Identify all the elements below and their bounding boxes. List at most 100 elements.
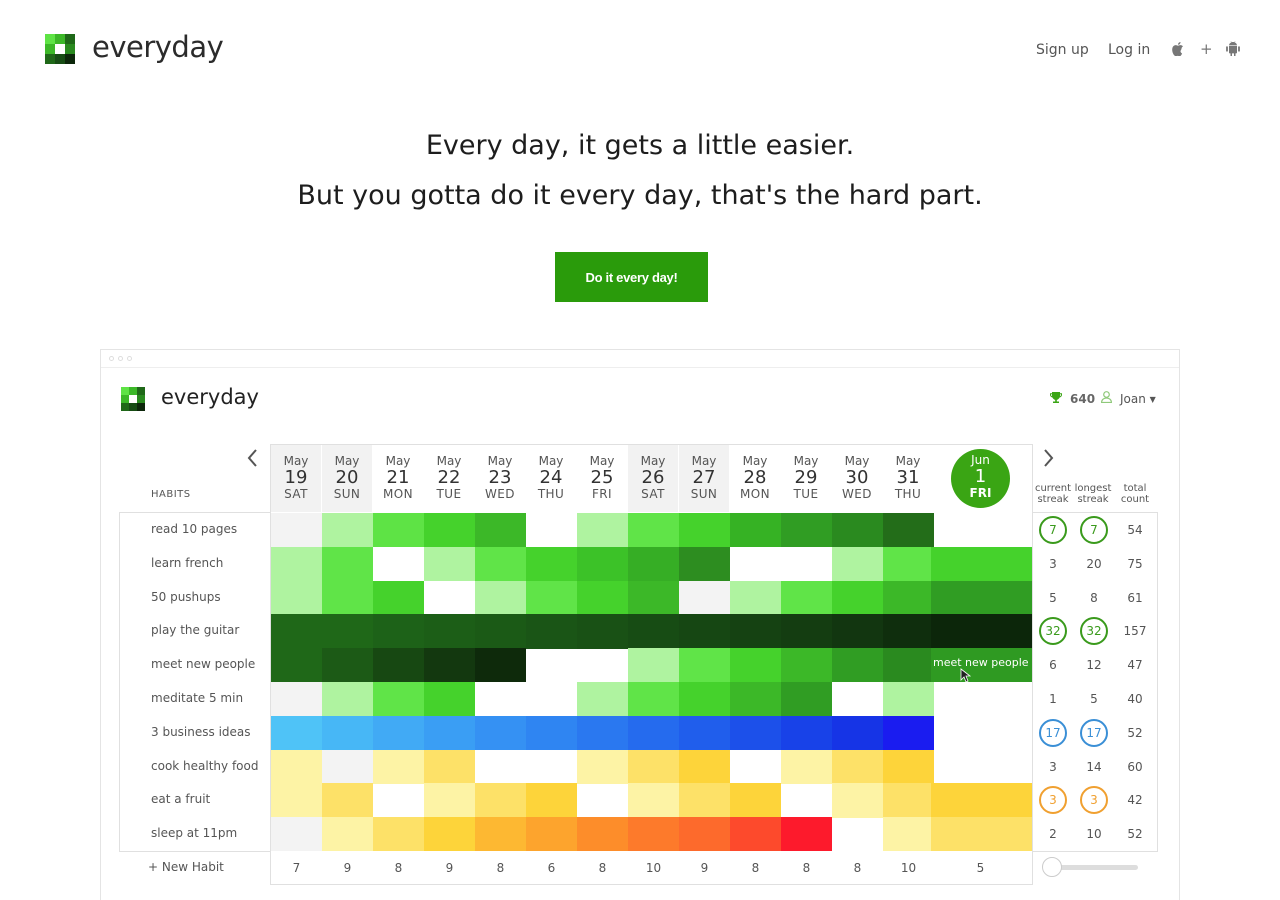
habit-day-cell[interactable] (832, 580, 883, 615)
habit-day-cell[interactable] (781, 682, 832, 717)
habit-day-cell[interactable] (526, 715, 577, 751)
habit-day-cell[interactable] (424, 546, 475, 582)
habit-day-cell[interactable] (883, 783, 934, 818)
habit-day-cell[interactable] (322, 648, 373, 683)
habit-day-cell[interactable] (424, 581, 475, 615)
habit-day-cell[interactable] (322, 749, 373, 784)
habit-day-cell[interactable] (628, 749, 679, 784)
habit-day-cell[interactable] (832, 749, 883, 784)
habit-day-cell[interactable] (931, 546, 1032, 582)
habit-day-cell[interactable] (931, 783, 1032, 818)
habit-day-cell[interactable] (475, 783, 526, 818)
habit-day-cell[interactable] (577, 580, 628, 615)
habit-day-cell[interactable] (373, 547, 424, 581)
habit-day-cell[interactable] (931, 513, 1032, 547)
habit-day-cell[interactable] (577, 817, 628, 852)
habit-day-cell[interactable] (832, 715, 883, 751)
habit-day-cell[interactable] (271, 749, 322, 784)
habit-day-cell[interactable] (781, 783, 832, 817)
habit-day-cell[interactable] (730, 715, 781, 751)
habit-day-cell[interactable] (322, 817, 373, 852)
habit-day-cell[interactable] (628, 682, 679, 717)
habit-day-cell[interactable] (679, 614, 730, 649)
habit-day-cell[interactable] (730, 547, 781, 581)
habit-day-cell[interactable] (322, 715, 373, 751)
habit-day-cell[interactable] (730, 817, 781, 852)
habit-day-cell[interactable] (526, 580, 577, 615)
habit-day-cell[interactable] (781, 648, 832, 683)
habit-day-cell[interactable] (577, 783, 628, 817)
habit-day-cell[interactable] (526, 648, 577, 682)
habit-day-cell[interactable] (271, 715, 322, 751)
habit-day-cell[interactable] (679, 648, 730, 683)
habit-day-cell[interactable] (526, 546, 577, 582)
habit-day-cell[interactable] (424, 513, 475, 548)
habit-day-cell[interactable] (730, 750, 781, 784)
cta-button[interactable]: Do it every day! (555, 252, 708, 302)
user-menu[interactable]: Joan ▼ (1120, 392, 1156, 406)
habit-name[interactable]: learn french (151, 556, 269, 570)
habit-name[interactable]: meet new people (151, 657, 269, 671)
habit-day-cell[interactable] (730, 580, 781, 615)
habit-day-cell[interactable] (781, 614, 832, 649)
habit-day-cell[interactable] (883, 749, 934, 784)
habit-day-cell[interactable] (526, 817, 577, 852)
habit-day-cell[interactable] (577, 749, 628, 784)
habit-day-cell[interactable] (271, 817, 322, 852)
habit-day-cell[interactable] (373, 580, 424, 615)
habit-day-cell[interactable] (931, 750, 1032, 784)
habit-day-cell[interactable] (679, 580, 730, 615)
habit-name[interactable]: sleep at 11pm (151, 826, 269, 840)
everyday-logo[interactable] (45, 34, 75, 64)
habit-day-cell[interactable] (577, 648, 628, 682)
habit-day-cell[interactable] (679, 715, 730, 751)
habit-day-cell[interactable] (526, 783, 577, 818)
habit-day-cell[interactable] (271, 783, 322, 818)
signup-link[interactable]: Sign up (1036, 42, 1089, 58)
habit-day-cell[interactable] (730, 783, 781, 818)
habit-day-cell[interactable] (271, 648, 322, 683)
habit-day-cell[interactable] (373, 682, 424, 717)
habit-day-cell[interactable] (628, 513, 679, 548)
habit-day-cell[interactable] (475, 750, 526, 784)
habit-day-cell[interactable] (475, 546, 526, 582)
habit-day-cell[interactable] (577, 546, 628, 582)
habit-day-cell[interactable] (424, 648, 475, 683)
habit-day-cell[interactable] (679, 682, 730, 717)
habit-day-cell[interactable] (424, 817, 475, 852)
habit-day-cell[interactable] (628, 648, 679, 683)
habit-day-cell[interactable] (424, 614, 475, 649)
habit-day-cell[interactable] (424, 749, 475, 784)
habit-day-cell[interactable] (679, 749, 730, 784)
habit-day-cell[interactable] (883, 614, 934, 649)
habit-day-cell[interactable] (883, 580, 934, 615)
habit-day-cell[interactable] (730, 648, 781, 683)
habit-day-cell[interactable] (526, 614, 577, 649)
habit-day-cell[interactable] (475, 513, 526, 548)
login-link[interactable]: Log in (1108, 42, 1150, 58)
habit-day-cell[interactable] (475, 715, 526, 751)
android-icon[interactable] (1226, 41, 1240, 60)
habit-day-cell[interactable] (832, 648, 883, 683)
habit-day-cell[interactable] (883, 817, 934, 852)
habit-day-cell[interactable] (577, 682, 628, 717)
habit-day-cell[interactable] (931, 580, 1032, 615)
habit-day-cell[interactable] (373, 715, 424, 751)
habit-day-cell[interactable] (475, 648, 526, 683)
habit-day-cell[interactable] (730, 682, 781, 717)
habit-day-cell[interactable] (883, 546, 934, 582)
apple-icon[interactable] (1171, 41, 1184, 60)
habit-day-cell[interactable] (322, 783, 373, 818)
habit-day-cell[interactable] (931, 614, 1032, 649)
new-habit-button[interactable]: + New Habit (148, 860, 224, 874)
habit-day-cell[interactable] (271, 682, 322, 717)
habit-day-cell[interactable] (730, 513, 781, 548)
habit-day-cell[interactable] (883, 715, 934, 751)
habit-day-cell[interactable] (679, 513, 730, 548)
habit-day-cell[interactable] (832, 513, 883, 548)
habit-day-cell[interactable] (271, 513, 322, 548)
habit-day-cell[interactable] (577, 513, 628, 548)
habit-day-cell[interactable] (271, 614, 322, 649)
habit-day-cell[interactable] (271, 546, 322, 582)
habit-day-cell[interactable] (781, 513, 832, 548)
